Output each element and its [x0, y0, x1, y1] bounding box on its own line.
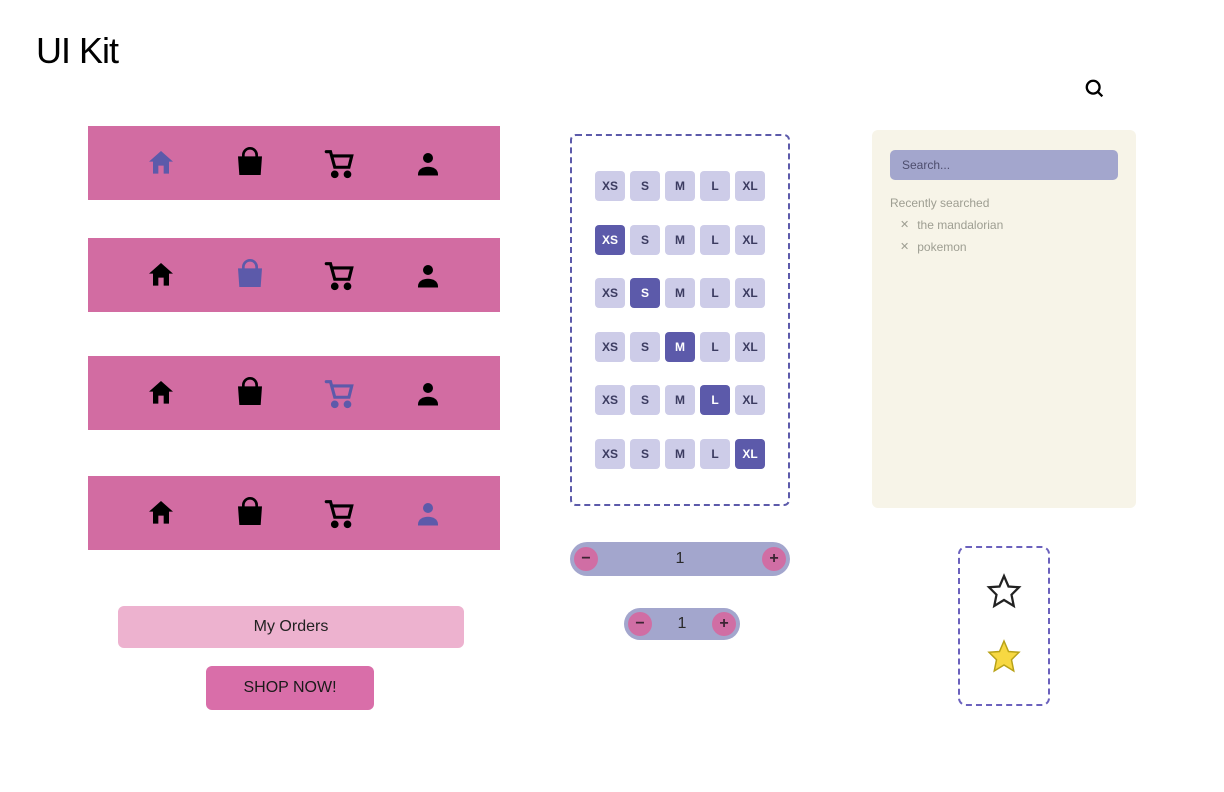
- size-l[interactable]: L: [700, 385, 730, 415]
- shop-now-button[interactable]: SHOP NOW!: [206, 666, 374, 710]
- my-orders-button[interactable]: My Orders: [118, 606, 464, 648]
- size-row-xs: XS S M L XL: [595, 225, 765, 255]
- bag-icon[interactable]: [231, 144, 269, 182]
- cart-icon[interactable]: [320, 256, 358, 294]
- size-row-m: XS S M L XL: [595, 332, 765, 362]
- user-icon[interactable]: [409, 144, 447, 182]
- home-icon[interactable]: [142, 374, 180, 412]
- size-xs[interactable]: XS: [595, 385, 625, 415]
- size-xs[interactable]: XS: [595, 225, 625, 255]
- nav-bar-cart-active: [88, 356, 500, 430]
- bag-icon[interactable]: [231, 256, 269, 294]
- minus-button[interactable]: −: [628, 612, 652, 636]
- size-m[interactable]: M: [665, 439, 695, 469]
- star-outline-icon[interactable]: [986, 573, 1022, 614]
- size-xl[interactable]: XL: [735, 332, 765, 362]
- quantity-stepper-large: − 1 +: [570, 542, 790, 576]
- quantity-value: 1: [676, 550, 685, 568]
- plus-button[interactable]: +: [712, 612, 736, 636]
- recent-search-label: pokemon: [917, 240, 966, 254]
- size-s[interactable]: S: [630, 332, 660, 362]
- search-input[interactable]: [890, 150, 1118, 180]
- size-s[interactable]: S: [630, 171, 660, 201]
- size-l[interactable]: L: [700, 278, 730, 308]
- size-selector-panel: XS S M L XL XS S M L XL XS S M L XL XS S…: [570, 134, 790, 506]
- user-icon[interactable]: [409, 374, 447, 412]
- size-s[interactable]: S: [630, 439, 660, 469]
- page-title: UI Kit: [36, 30, 118, 72]
- recent-search-item[interactable]: ✕ pokemon: [900, 240, 1118, 254]
- nav-bar-home-active: [88, 126, 500, 200]
- size-row-s: XS S M L XL: [595, 278, 765, 308]
- cart-icon[interactable]: [320, 144, 358, 182]
- size-xl[interactable]: XL: [735, 278, 765, 308]
- size-xl[interactable]: XL: [735, 439, 765, 469]
- size-row-xl: XS S M L XL: [595, 439, 765, 469]
- close-icon[interactable]: ✕: [900, 220, 909, 231]
- home-icon[interactable]: [142, 144, 180, 182]
- size-m[interactable]: M: [665, 332, 695, 362]
- cart-icon[interactable]: [320, 494, 358, 532]
- recent-search-label: the mandalorian: [917, 218, 1003, 232]
- user-icon[interactable]: [409, 494, 447, 532]
- size-row-l: XS S M L XL: [595, 385, 765, 415]
- close-icon[interactable]: ✕: [900, 242, 909, 253]
- cart-icon[interactable]: [320, 374, 358, 412]
- minus-button[interactable]: −: [574, 547, 598, 571]
- recent-search-item[interactable]: ✕ the mandalorian: [900, 218, 1118, 232]
- nav-bar-user-active: [88, 476, 500, 550]
- size-xl[interactable]: XL: [735, 171, 765, 201]
- size-m[interactable]: M: [665, 278, 695, 308]
- size-row-none: XS S M L XL: [595, 171, 765, 201]
- size-l[interactable]: L: [700, 171, 730, 201]
- size-l[interactable]: L: [700, 225, 730, 255]
- star-panel: [958, 546, 1050, 706]
- size-xs[interactable]: XS: [595, 171, 625, 201]
- nav-bar-bag-active: [88, 238, 500, 312]
- search-card: Recently searched ✕ the mandalorian ✕ po…: [872, 130, 1136, 508]
- bag-icon[interactable]: [231, 494, 269, 532]
- bag-icon[interactable]: [231, 374, 269, 412]
- star-filled-icon[interactable]: [986, 638, 1022, 679]
- plus-button[interactable]: +: [762, 547, 786, 571]
- size-xs[interactable]: XS: [595, 278, 625, 308]
- search-icon[interactable]: [1084, 78, 1106, 105]
- size-s[interactable]: S: [630, 225, 660, 255]
- size-m[interactable]: M: [665, 225, 695, 255]
- size-xl[interactable]: XL: [735, 225, 765, 255]
- size-s[interactable]: S: [630, 385, 660, 415]
- size-xs[interactable]: XS: [595, 439, 625, 469]
- size-xl[interactable]: XL: [735, 385, 765, 415]
- quantity-stepper-small: − 1 +: [624, 608, 740, 640]
- size-l[interactable]: L: [700, 439, 730, 469]
- recently-searched-title: Recently searched: [890, 196, 1118, 210]
- user-icon[interactable]: [409, 256, 447, 294]
- size-m[interactable]: M: [665, 385, 695, 415]
- home-icon[interactable]: [142, 256, 180, 294]
- size-s[interactable]: S: [630, 278, 660, 308]
- size-l[interactable]: L: [700, 332, 730, 362]
- home-icon[interactable]: [142, 494, 180, 532]
- size-m[interactable]: M: [665, 171, 695, 201]
- size-xs[interactable]: XS: [595, 332, 625, 362]
- quantity-value: 1: [678, 615, 687, 633]
